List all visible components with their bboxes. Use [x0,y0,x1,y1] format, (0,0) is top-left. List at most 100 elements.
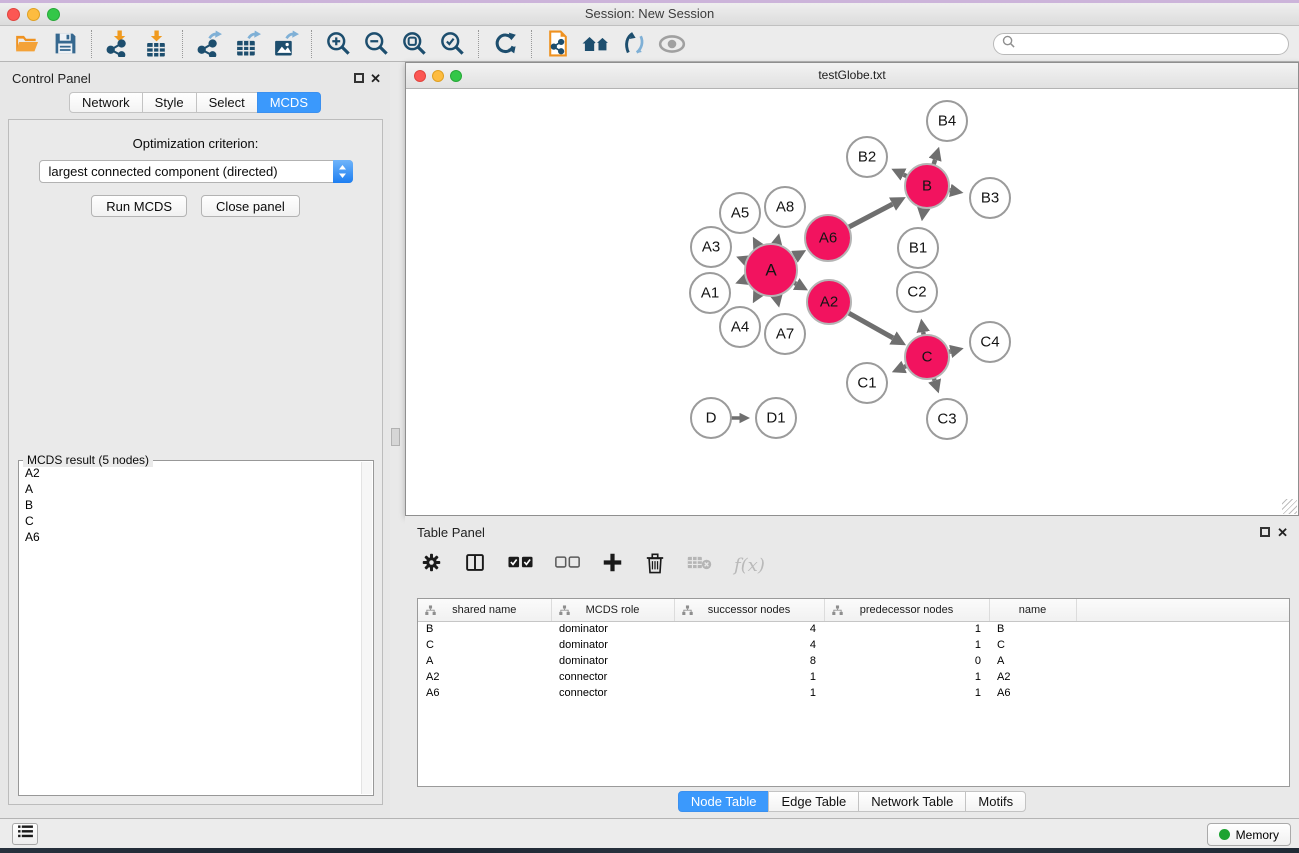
export-image-button[interactable] [266,28,304,60]
float-panel-icon[interactable] [354,73,364,83]
mcds-result-item[interactable]: C [23,513,361,529]
close-panel-icon[interactable]: ✕ [1277,525,1288,541]
network-view-window: testGlobe.txt B4B2BB3A8A5A6B1A3AC2A1A2A4… [405,62,1299,516]
table-row[interactable]: Bdominator41B [418,621,1289,637]
graph-node-label: B2 [858,149,876,166]
zoom-out-button[interactable] [357,28,395,60]
function-builder-button[interactable]: f(x) [734,555,765,576]
table-settings-button[interactable] [421,552,442,578]
new-network-from-selection-icon [545,30,571,57]
control-panel-title: Control Panel [12,71,91,86]
graph-node-label: A5 [731,205,749,222]
zoom-in-button[interactable] [319,28,357,60]
graph-node-label: A [765,261,777,280]
table-row[interactable]: Cdominator41C [418,637,1289,653]
table-panel-title: Table Panel [417,525,485,540]
refresh-view-icon [492,31,518,57]
zoom-fit-button[interactable] [395,28,433,60]
network-minimize-button[interactable] [432,70,444,82]
deselect-all-button[interactable] [555,556,580,574]
network-canvas[interactable]: B4B2BB3A8A5A6B1A3AC2A1A2A4A7C4CC1C3DD1 [406,89,1298,515]
column-header-shared-name[interactable]: shared name [418,599,551,621]
attribute-tree-icon [559,605,570,619]
tab-network[interactable]: Network [69,92,143,113]
float-panel-icon[interactable] [1260,527,1270,537]
import-network-icon [105,30,132,57]
graphics-details-button[interactable] [615,28,653,60]
window-resize-grip[interactable] [1282,499,1297,514]
close-window-button[interactable] [7,8,20,21]
main-toolbar [0,26,1299,62]
tab-network-table[interactable]: Network Table [858,791,966,812]
close-panel-button[interactable]: Close panel [201,195,300,217]
tab-style[interactable]: Style [142,92,197,113]
add-column-button[interactable] [602,552,623,578]
graph-node-label: C [922,349,933,366]
export-table-button[interactable] [228,28,266,60]
optimization-criterion-dropdown[interactable]: largest connected component (directed) [39,160,353,183]
control-panel-tabs: Network Style Select MCDS [0,92,390,113]
show-column-button[interactable] [464,552,486,578]
panel-divider-handle[interactable] [391,428,400,446]
graph-node-label: A7 [776,326,794,343]
column-header-name[interactable]: name [989,599,1076,621]
minimize-window-button[interactable] [27,8,40,21]
mcds-result-item[interactable]: A2 [23,465,361,481]
zoom-selected-icon [439,30,466,57]
close-panel-icon[interactable]: ✕ [370,71,381,87]
search-input[interactable] [1020,36,1280,52]
import-table-button[interactable] [137,28,175,60]
mcds-result-box: MCDS result (5 nodes) A2ABCA6 [18,460,374,796]
tab-edge-table[interactable]: Edge Table [768,791,859,812]
refresh-view-button[interactable] [486,28,524,60]
zoom-selected-button[interactable] [433,28,471,60]
table-row[interactable]: A2connector11A2 [418,669,1289,685]
new-network-from-selection-button[interactable] [539,28,577,60]
mcds-result-item[interactable]: A6 [23,529,361,545]
status-bar: Memory [0,818,1299,848]
tab-select[interactable]: Select [196,92,258,113]
tab-motifs[interactable]: Motifs [965,791,1026,812]
memory-button[interactable]: Memory [1207,823,1291,846]
graph-node-label: D [706,410,717,427]
save-session-button[interactable] [46,28,84,60]
zoom-in-icon [325,30,352,57]
column-header-successor-nodes[interactable]: successor nodes [674,599,824,621]
birds-eye-view-icon [658,32,686,56]
status-menu-button[interactable] [12,823,38,845]
import-table-icon [143,30,170,57]
mcds-result-item[interactable]: A [23,481,361,497]
network-window-titlebar[interactable]: testGlobe.txt [406,63,1298,89]
search-field[interactable] [993,33,1289,55]
result-scrollbar[interactable] [361,462,372,794]
run-mcds-button[interactable]: Run MCDS [91,195,187,217]
unchecked-boxes-icon [555,556,580,574]
graph-node-label: B4 [938,113,956,130]
export-network-button[interactable] [190,28,228,60]
search-icon [1002,35,1015,53]
table-row[interactable]: A6connector11A6 [418,685,1289,701]
open-file-button[interactable] [8,28,46,60]
toolbar-separator [531,30,532,58]
column-header-mcds-role[interactable]: MCDS role [551,599,674,621]
delete-table-button[interactable] [687,555,712,575]
column-header-predecessor-nodes[interactable]: predecessor nodes [824,599,989,621]
zoom-window-button[interactable] [47,8,60,21]
toolbar-separator [311,30,312,58]
trash-icon [645,552,665,579]
tab-node-table[interactable]: Node Table [678,791,770,812]
import-network-button[interactable] [99,28,137,60]
table-row[interactable]: Adominator80A [418,653,1289,669]
network-zoom-button[interactable] [450,70,462,82]
network-close-button[interactable] [414,70,426,82]
first-neighbors-button[interactable] [577,28,615,60]
delete-column-button[interactable] [645,552,665,579]
mcds-result-item[interactable]: B [23,497,361,513]
zoom-fit-icon [401,30,428,57]
birds-eye-view-button[interactable] [653,28,691,60]
graph-node-label: C2 [907,284,926,301]
checked-boxes-icon [508,556,533,574]
select-all-button[interactable] [508,556,533,574]
graphics-details-icon [621,30,648,57]
tab-mcds[interactable]: MCDS [257,92,321,113]
